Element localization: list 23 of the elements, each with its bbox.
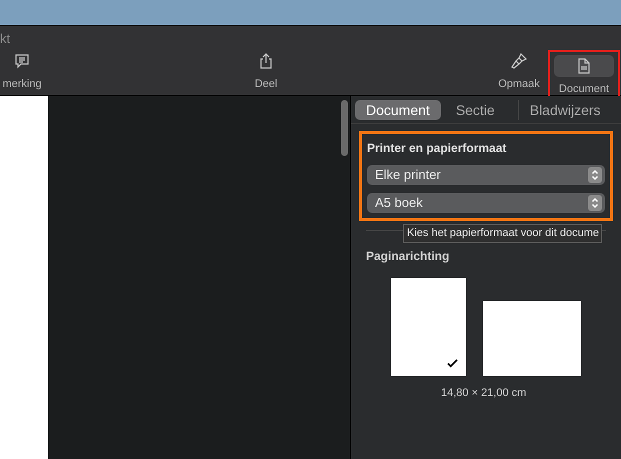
toolbar-button[interactable]: merking [0,50,44,90]
section-title: Paginarichting [366,249,450,263]
window-title: kt [0,31,10,47]
document-icon [576,58,592,74]
section-title: Printer en papierformaat [367,140,508,157]
up-down-chevron-icon [588,167,602,183]
toolbar-button[interactable]: Deel [244,50,288,90]
toolbar-button[interactable]: Opmaak [497,50,541,90]
popup-menu[interactable]: Elke printer [367,165,605,185]
scrollbar-thumb[interactable] [340,100,348,156]
inspector-tab[interactable]: Bladwijzers [518,100,612,120]
speech-bubble-icon [14,53,30,69]
inspector-tab[interactable]: Document [355,100,441,120]
up-down-chevron-icon [588,195,602,211]
paintbrush-icon [511,53,527,69]
landscape-option[interactable] [483,301,581,376]
checkmark-icon [447,359,458,368]
popup-menu[interactable]: A5 boek [367,193,605,213]
share-icon [258,53,274,69]
tooltip: Kies het papierformaat voor dit docume [403,224,602,243]
portrait-option[interactable] [391,278,466,376]
page-size-label: 14,80 × 21,00 cm [441,386,528,401]
inspector-tab[interactable]: Sectie [444,100,506,120]
